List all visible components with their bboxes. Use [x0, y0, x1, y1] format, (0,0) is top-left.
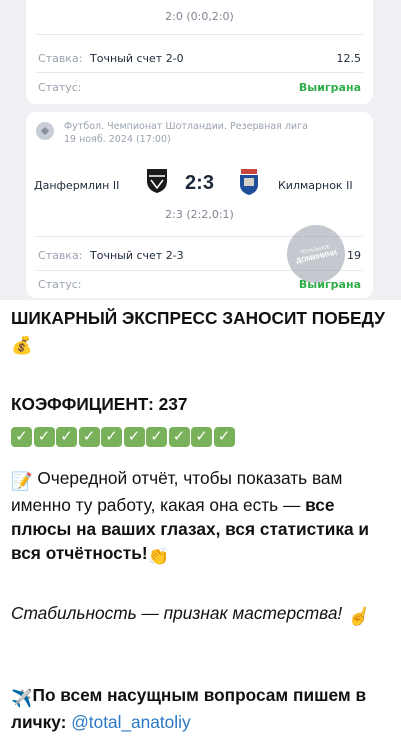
check-mark-icon: ✓	[33, 427, 55, 447]
stability-line: Стабильность — признак мастерства! ☝️	[11, 601, 395, 628]
pointing-up-icon: ☝️	[347, 606, 369, 626]
check-mark-icon: ✓	[56, 427, 77, 447]
score-detail: 2:3 (2:2,0:1)	[165, 208, 234, 221]
report-text: Очередной отчёт, чтобы показать вам имен…	[11, 468, 343, 515]
odds-value: 19	[347, 249, 361, 262]
divider	[36, 34, 363, 35]
bet-label: Ставка:	[38, 52, 83, 65]
coefficient-line: КОЭФФИЦИЕНТ: 237	[11, 394, 188, 414]
kilmarnock-logo-icon	[240, 169, 258, 195]
away-team: Килмарнок II	[278, 179, 353, 192]
bet-value: Точный счет 2-3	[90, 249, 184, 262]
clapping-hands-icon: 👏	[147, 546, 170, 566]
check-mark-icon: ✓	[78, 427, 100, 447]
report-paragraph: 📝 Очередной отчёт, чтобы показать вам им…	[11, 466, 395, 568]
check-mark-icon: ✓	[101, 427, 122, 447]
check-mark-icon: ✓	[213, 427, 235, 447]
money-bag-icon: 💰	[11, 335, 33, 355]
contact-paragraph: ✈️По всем насущным вопросам пишем в личк…	[11, 683, 395, 734]
league-info: Футбол. Чемпионат Шотландии. Резервная л…	[64, 120, 308, 146]
headline: ШИКАРНЫЙ ЭКСПРЕСС ЗАНОСИТ ПОБЕДУ 💰	[11, 306, 395, 357]
bet-value: Точный счет 2-0	[90, 52, 184, 65]
check-mark-icon: ✓	[123, 427, 145, 447]
status-label: Статус:	[38, 278, 82, 291]
status-label: Статус:	[38, 81, 82, 94]
check-mark-icon: ✓	[191, 427, 212, 447]
bet-screenshot-image[interactable]: 2:0 (0:0,2:0) Ставка: Точный счет 2-0 12…	[0, 0, 401, 300]
headline-text: ШИКАРНЫЙ ЭКСПРЕСС ЗАНОСИТ ПОБЕДУ	[11, 308, 385, 328]
football-icon	[36, 122, 54, 140]
odds-value: 12.5	[336, 52, 362, 65]
bet-label: Ставка:	[38, 249, 83, 262]
league-name: Футбол. Чемпионат Шотландии. Резервная л…	[64, 121, 308, 132]
airplane-icon: ✈️	[11, 688, 33, 708]
stability-text: Стабильность — признак мастерства!	[11, 603, 343, 623]
check-mark-icon: ✓	[168, 427, 190, 447]
check-mark-icon: ✓	[146, 427, 167, 447]
check-mark-icon: ✓	[11, 427, 32, 447]
score-detail: 2:0 (0:0,2:0)	[165, 10, 234, 23]
contact-link[interactable]: @total_anatoliy	[71, 712, 190, 732]
match-date: 19 нояб. 2024 (17:00)	[64, 134, 171, 145]
status-value: Выиграна	[298, 81, 361, 94]
bet-card-1: 2:0 (0:0,2:0) Ставка: Точный счет 2-0 12…	[26, 0, 373, 104]
memo-icon: 📝	[11, 471, 33, 491]
checkmarks-row: ✓ ✓ ✓ ✓ ✓ ✓ ✓ ✓ ✓ ✓	[11, 420, 395, 447]
divider	[36, 72, 363, 73]
